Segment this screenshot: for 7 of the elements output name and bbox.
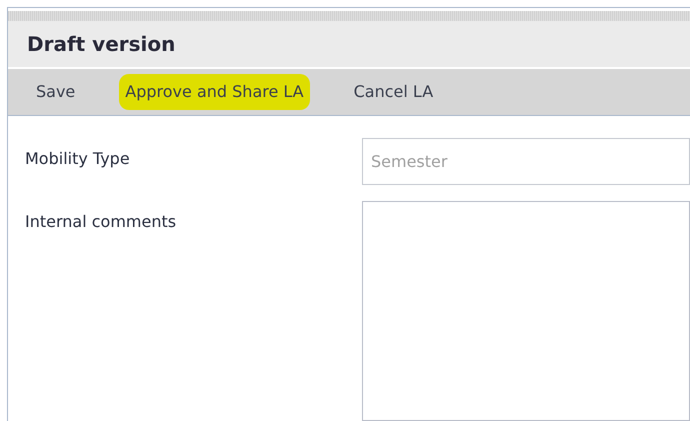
toolbar-button[interactable]: Cancel LA xyxy=(348,74,440,110)
comments-field[interactable] xyxy=(362,201,690,421)
field-label: Internal comments xyxy=(24,211,178,233)
panel-title: Draft version xyxy=(27,31,176,58)
toolbar-button[interactable]: Approve and Share LA xyxy=(119,74,310,110)
field-label: Mobility Type xyxy=(24,148,131,170)
toolbar-button[interactable]: Save xyxy=(30,74,82,110)
